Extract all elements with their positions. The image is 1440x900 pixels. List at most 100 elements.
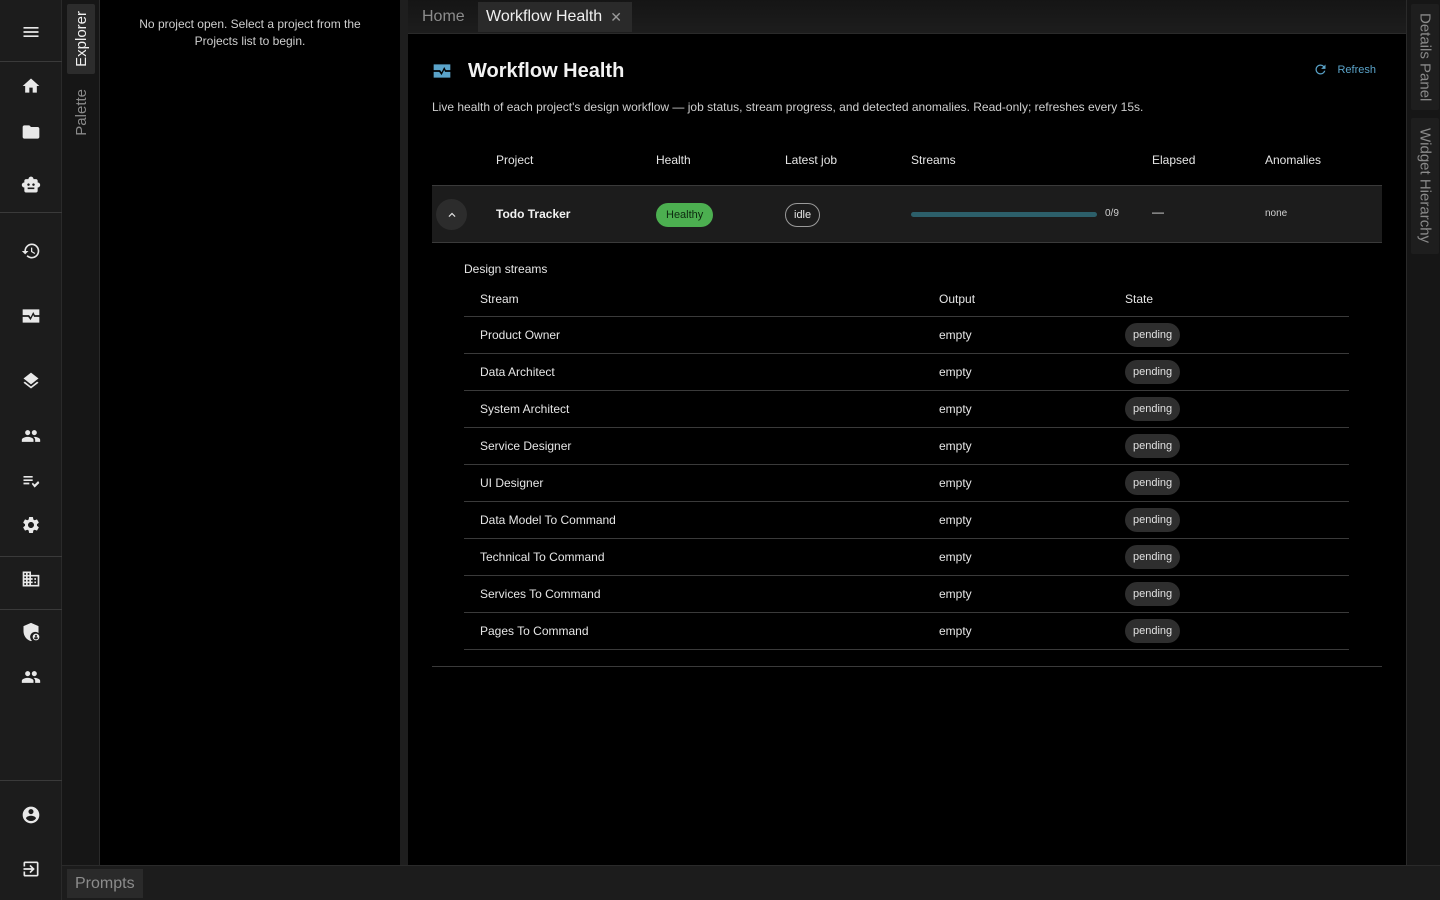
stream-output: empty xyxy=(939,587,972,601)
nav-people-button[interactable] xyxy=(0,416,62,456)
close-tab-icon[interactable]: ✕ xyxy=(610,9,622,26)
stream-name: Services To Command xyxy=(480,587,601,601)
streams-progress-label: 0/9 xyxy=(1105,208,1119,219)
menu-button[interactable] xyxy=(0,12,62,52)
stream-state-badge: pending xyxy=(1125,397,1181,421)
stream-row: Data Model To Command empty pending xyxy=(464,502,1349,539)
nav-history-button[interactable] xyxy=(0,231,62,271)
projects-table-header: Project Health Latest job Streams Elapse… xyxy=(432,152,1382,186)
group-icon xyxy=(21,671,41,683)
col-latest-job: Latest job xyxy=(785,153,838,167)
security-icon xyxy=(23,622,40,642)
main-area: Home Workflow Health ✕ Workflow Health R… xyxy=(408,0,1406,865)
account-button[interactable] xyxy=(0,795,62,835)
menu-icon xyxy=(23,27,39,37)
nav-agents-button[interactable] xyxy=(0,165,62,205)
col-streams: Streams xyxy=(911,153,956,167)
nav-projects-button[interactable] xyxy=(0,112,62,152)
prompts-tab[interactable]: Prompts xyxy=(67,869,143,898)
stream-name: Data Model To Command xyxy=(480,513,616,527)
tab-palette-label: Palette xyxy=(72,88,90,136)
account-icon xyxy=(22,806,40,824)
nav-layers-button[interactable] xyxy=(0,361,62,401)
tab-explorer-label: Explorer xyxy=(72,11,90,67)
page-header: Workflow Health Refresh xyxy=(432,58,1382,84)
side-tab-strip: Explorer Palette xyxy=(62,0,100,865)
job-status-badge: idle xyxy=(785,203,821,227)
edit-list-icon xyxy=(23,476,40,488)
project-row[interactable]: Todo Tracker Healthy idle 0/9 — none xyxy=(432,186,1382,243)
tab-workflow-health-label: Workflow Health xyxy=(486,8,603,25)
stream-name: Product Owner xyxy=(480,328,561,342)
design-streams-table: Stream Output State Product Owner empty pe… xyxy=(464,282,1349,650)
panel-splitter[interactable] xyxy=(400,0,408,865)
stream-name: Technical To Command xyxy=(480,550,605,564)
collapse-row-button[interactable] xyxy=(436,199,467,230)
nav-teams-button[interactable] xyxy=(0,657,62,697)
tab-widget-hierarchy[interactable]: Widget Hierarchy xyxy=(1411,118,1439,254)
stream-state-badge: pending xyxy=(1125,434,1181,458)
stream-output: empty xyxy=(939,402,972,416)
building-icon xyxy=(22,571,40,587)
nav-organization-button[interactable] xyxy=(0,559,62,599)
stream-state-badge: pending xyxy=(1125,360,1181,384)
col-stream: Stream xyxy=(480,292,519,306)
monitor-heart-icon xyxy=(22,309,40,323)
stream-output: empty xyxy=(939,365,972,379)
streams-progress-bar xyxy=(911,212,1097,217)
nav-security-button[interactable] xyxy=(0,612,62,652)
col-anomalies: Anomalies xyxy=(1265,153,1322,167)
chevron-up-icon xyxy=(448,212,455,217)
tab-details-panel-label: Details Panel xyxy=(1416,12,1434,102)
settings-icon xyxy=(23,517,39,533)
refresh-button[interactable]: Refresh xyxy=(1313,62,1376,77)
rail-divider xyxy=(0,780,62,781)
anomalies-value: none xyxy=(1265,208,1288,219)
explorer-empty-message: No project open. Select a project from t… xyxy=(139,17,361,48)
nav-home-button[interactable] xyxy=(0,66,62,106)
tab-home[interactable]: Home xyxy=(414,2,473,32)
stream-row: UI Designer empty pending xyxy=(464,465,1349,502)
stream-row: Technical To Command empty pending xyxy=(464,539,1349,576)
logout-button[interactable] xyxy=(0,849,62,889)
nav-prompts-button[interactable] xyxy=(0,461,62,501)
stream-row: Service Designer empty pending xyxy=(464,428,1349,465)
tab-palette[interactable]: Palette xyxy=(67,80,95,144)
col-project: Project xyxy=(496,153,534,167)
stream-name: System Architect xyxy=(480,402,570,416)
stream-row: Data Architect empty pending xyxy=(464,354,1349,391)
page-description: Live health of each project's design wor… xyxy=(432,100,1144,114)
col-health: Health xyxy=(656,153,691,167)
rail-divider xyxy=(0,609,62,610)
stream-state-badge: pending xyxy=(1125,471,1181,495)
stream-name: Data Architect xyxy=(480,365,555,379)
health-badge: Healthy xyxy=(656,203,714,227)
layers-icon xyxy=(23,372,39,389)
col-state: State xyxy=(1125,292,1154,306)
nav-settings-button[interactable] xyxy=(0,505,62,545)
tab-explorer[interactable]: Explorer xyxy=(67,4,95,74)
project-name: Todo Tracker xyxy=(496,207,571,221)
icon-rail xyxy=(0,0,62,900)
table-bottom-divider xyxy=(432,666,1382,667)
tab-workflow-health[interactable]: Workflow Health ✕ xyxy=(478,2,632,32)
stream-name: Pages To Command xyxy=(480,624,589,638)
rail-divider xyxy=(0,212,62,213)
logout-icon xyxy=(23,861,39,877)
folder-icon xyxy=(22,125,40,139)
streams-table-header: Stream Output State xyxy=(464,282,1349,317)
refresh-label: Refresh xyxy=(1337,63,1376,76)
tab-details-panel[interactable]: Details Panel xyxy=(1411,4,1439,110)
stream-name: Service Designer xyxy=(480,439,572,453)
tab-widget-hierarchy-label: Widget Hierarchy xyxy=(1416,128,1434,244)
history-icon xyxy=(21,243,40,259)
design-streams-title: Design streams xyxy=(464,262,548,276)
stream-output: empty xyxy=(939,513,972,527)
nav-workflow-health-button[interactable] xyxy=(0,296,62,336)
stream-output: empty xyxy=(939,328,972,342)
col-output: Output xyxy=(939,292,976,306)
explorer-panel: No project open. Select a project from t… xyxy=(100,0,400,865)
page-title: Workflow Health xyxy=(468,60,625,82)
tab-home-label: Home xyxy=(422,8,465,25)
stream-row: Pages To Command empty pending xyxy=(464,613,1349,650)
